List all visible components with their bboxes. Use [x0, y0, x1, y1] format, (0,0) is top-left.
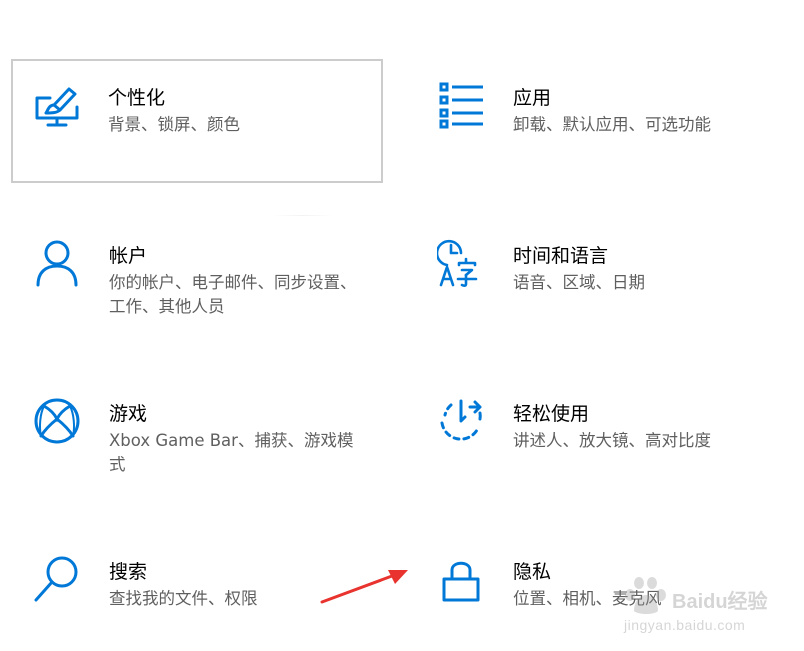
personalization-icon	[33, 83, 81, 131]
tile-title: 帐户	[109, 245, 148, 267]
tile-description: 语音、区域、日期	[513, 273, 645, 292]
tile-gaming[interactable]: 游戏 Xbox Game Bar、捕获、游戏模式	[13, 377, 385, 501]
time-language-icon	[437, 239, 485, 287]
search-icon	[33, 555, 81, 603]
tile-title: 应用	[513, 87, 552, 109]
tile-description: 背景、锁屏、颜色	[108, 115, 240, 134]
tile-ease-of-access[interactable]: 轻松使用 讲述人、放大镜、高对比度	[417, 377, 789, 501]
accounts-icon	[33, 239, 81, 287]
tile-personalization[interactable]: 个性化 背景、锁屏、颜色	[11, 59, 383, 183]
tile-title: 时间和语言	[513, 245, 609, 267]
tile-description: 你的帐户、电子邮件、同步设置、工作、其他人员	[109, 273, 357, 316]
tile-title: 隐私	[513, 561, 552, 583]
tile-title: 游戏	[109, 403, 148, 425]
tile-title: 搜索	[109, 561, 148, 583]
watermark-text: Baidu经验	[672, 591, 768, 613]
baidu-jingyan-watermark: jingyan.baidu.com Baidu经验	[620, 571, 790, 641]
tile-apps[interactable]: 应用 卸载、默认应用、可选功能	[417, 61, 789, 185]
divider-shadow	[272, 215, 334, 216]
tile-description: 卸载、默认应用、可选功能	[513, 115, 711, 134]
tile-accounts[interactable]: 帐户 你的帐户、电子邮件、同步设置、工作、其他人员	[13, 219, 385, 343]
tile-description: Xbox Game Bar、捕获、游戏模式	[109, 431, 354, 474]
watermark-url: jingyan.baidu.com	[624, 617, 746, 633]
tile-title: 轻松使用	[513, 403, 590, 425]
gaming-icon	[33, 397, 81, 445]
tile-title: 个性化	[108, 87, 166, 109]
tile-time-language[interactable]: 时间和语言 语音、区域、日期	[417, 219, 789, 343]
ease-of-access-icon	[437, 397, 485, 445]
privacy-lock-icon	[437, 555, 485, 603]
red-arrow-annotation	[320, 570, 408, 604]
settings-home-page: 个性化 背景、锁屏、颜色 应用 卸载、默认应用、可选功能 帐户 你的帐户、电子邮…	[0, 0, 804, 651]
apps-icon	[437, 81, 485, 129]
tile-description: 讲述人、放大镜、高对比度	[513, 431, 711, 450]
